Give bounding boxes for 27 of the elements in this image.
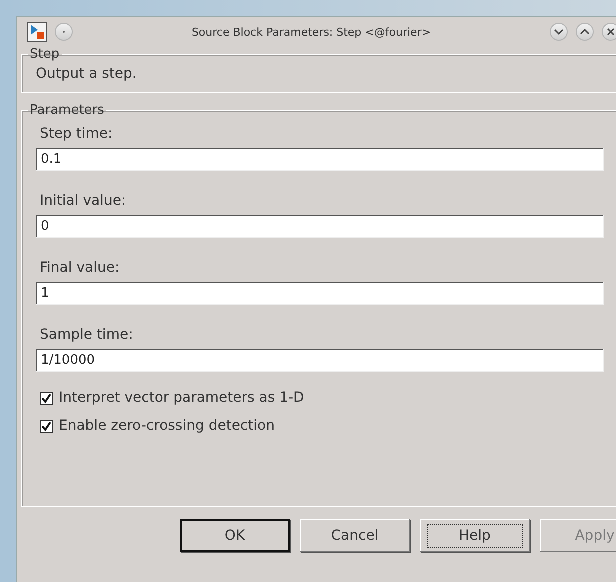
checkbox-label: Interpret vector parameters as 1-D — [59, 390, 304, 406]
chevron-up-icon — [580, 28, 590, 36]
dot-icon — [62, 30, 66, 34]
checkbox-label: Enable zero-crossing detection — [59, 418, 275, 434]
input-field[interactable]: 0.1 — [36, 148, 604, 171]
dialog-button[interactable]: OK — [180, 519, 290, 552]
field-label: Sample time: — [40, 327, 134, 343]
dialog-button[interactable]: Cancel — [300, 519, 410, 552]
minimize-button[interactable] — [550, 23, 568, 41]
field-label: Step time: — [40, 126, 113, 142]
group-title: Parameters — [29, 103, 106, 118]
app-icon[interactable] — [27, 22, 47, 42]
checkbox[interactable] — [40, 392, 53, 404]
input-field[interactable]: 1/10000 — [36, 349, 604, 372]
field-label: Initial value: — [40, 193, 126, 209]
maximize-button[interactable] — [576, 23, 594, 41]
input-field[interactable]: 1 — [36, 282, 604, 305]
description-text: Output a step. — [36, 66, 138, 82]
dialog-button[interactable]: Help — [420, 519, 530, 552]
field-label: Final value: — [40, 260, 120, 276]
input-field[interactable]: 0 — [36, 215, 604, 238]
group-title: Step — [29, 47, 61, 62]
window-title: Source Block Parameters: Step <@fourier> — [190, 26, 432, 38]
chevron-down-icon — [554, 28, 564, 36]
checkbox[interactable] — [40, 420, 53, 432]
close-button[interactable] — [602, 23, 616, 41]
close-icon — [606, 27, 616, 37]
